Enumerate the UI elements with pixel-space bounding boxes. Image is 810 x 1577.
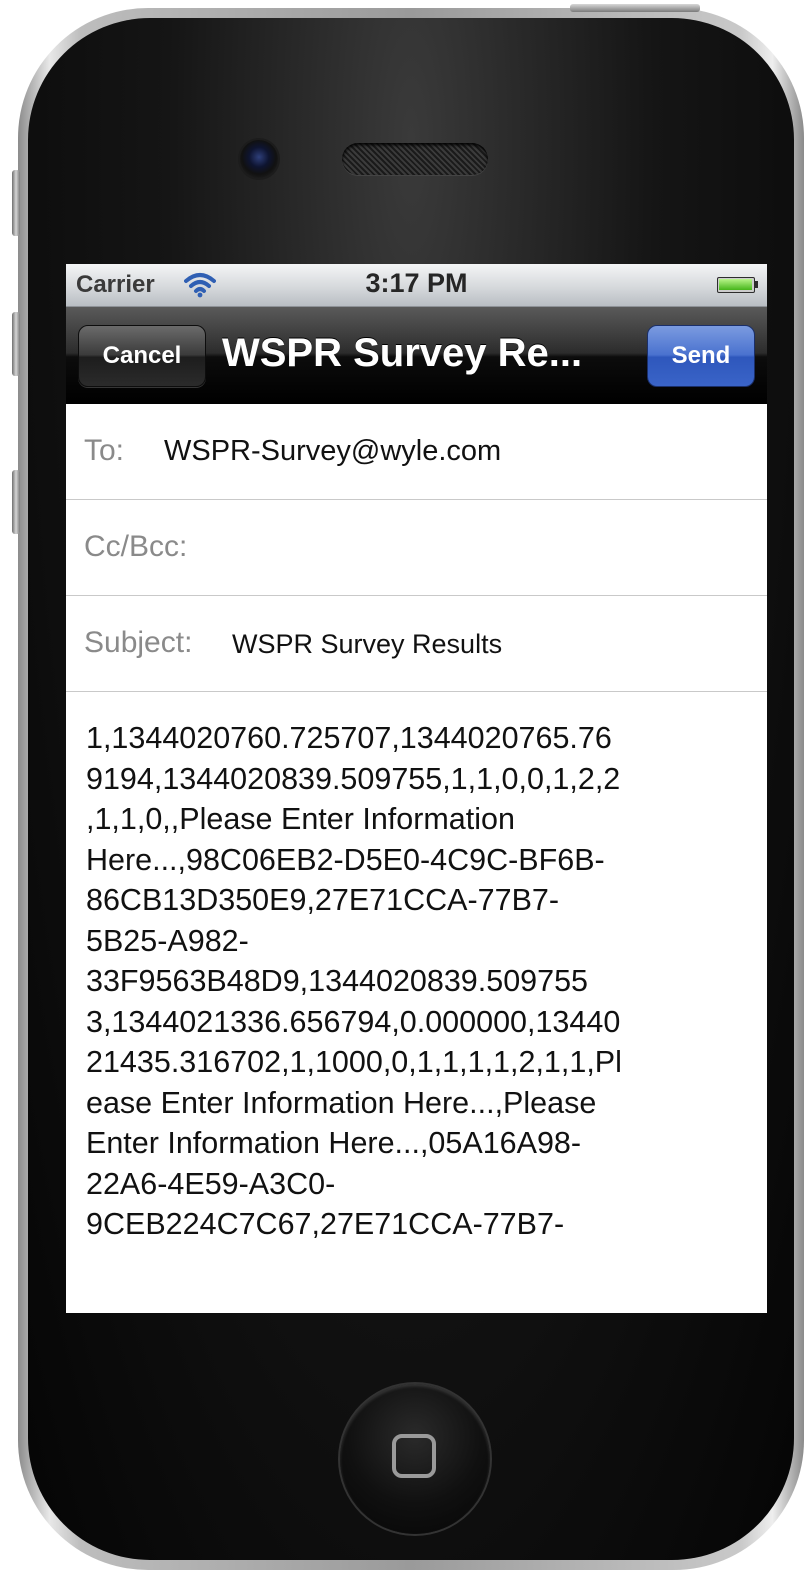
to-field-row[interactable]: To: xyxy=(66,404,767,500)
home-square-icon xyxy=(392,1434,436,1478)
subject-field[interactable] xyxy=(232,629,742,660)
ccbcc-label: Cc/Bcc: xyxy=(84,530,188,563)
ccbcc-field[interactable] xyxy=(216,531,746,564)
subject-field-row[interactable]: Subject: xyxy=(66,596,767,692)
status-bar: Carrier 3:17 PM xyxy=(66,264,767,307)
message-body[interactable]: 1,1344020760.725707,1344020765.76 9194,1… xyxy=(86,718,750,1245)
send-button[interactable]: Send xyxy=(647,325,755,387)
ringer-switch xyxy=(12,170,20,236)
ccbcc-field-row[interactable]: Cc/Bcc: xyxy=(66,500,767,596)
status-time: 3:17 PM xyxy=(365,268,468,298)
to-field[interactable] xyxy=(164,435,744,468)
phone-screen: Carrier 3:17 PM Cancel WSPR Survey Re...… xyxy=(66,264,767,1313)
cancel-button[interactable]: Cancel xyxy=(78,325,206,387)
battery-icon xyxy=(717,277,759,293)
camera-icon xyxy=(240,140,278,178)
home-button-icon[interactable] xyxy=(340,1384,490,1534)
to-label: To: xyxy=(84,434,125,467)
navigation-bar: Cancel WSPR Survey Re... Send xyxy=(66,307,767,404)
nav-title: WSPR Survey Re... xyxy=(222,331,583,375)
sleep-wake-button xyxy=(570,4,700,12)
volume-down-button xyxy=(12,470,20,534)
volume-up-button xyxy=(12,312,20,376)
subject-label: Subject: xyxy=(84,626,193,659)
speaker-grille-icon xyxy=(342,143,488,175)
